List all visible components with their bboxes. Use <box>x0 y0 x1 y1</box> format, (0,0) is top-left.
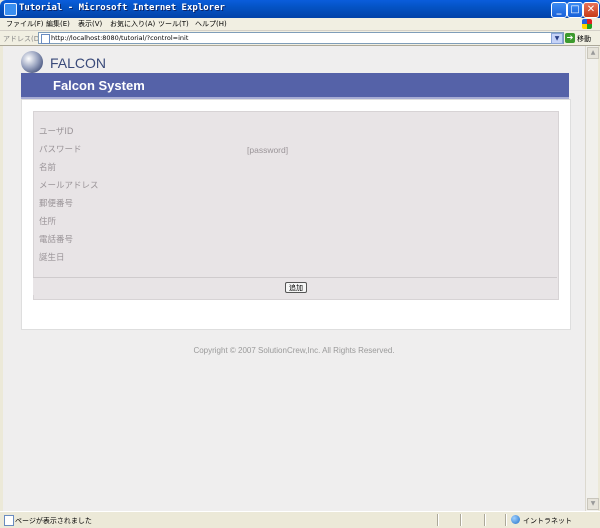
maximize-button[interactable]: □ <box>567 2 583 18</box>
intranet-zone-icon <box>511 515 520 524</box>
label-user-id: ユーザID <box>39 127 74 137</box>
label-phone: 電話番号 <box>39 235 74 245</box>
zone-text: イントラネット <box>523 517 572 525</box>
system-title: Falcon System <box>53 78 145 93</box>
window-titlebar[interactable]: Tutorial - Microsoft Internet Explorer _… <box>0 0 600 18</box>
windows-logo-icon <box>580 18 594 30</box>
page-done-icon <box>4 515 14 526</box>
status-divider <box>505 514 507 526</box>
ie-app-icon[interactable] <box>4 3 17 16</box>
menu-file[interactable]: ファイル(F) <box>6 19 44 29</box>
label-password: パスワード <box>39 145 82 155</box>
label-email: メールアドレス <box>39 181 99 191</box>
label-birthday: 誕生日 <box>39 253 65 263</box>
page-viewport: FALCON Falcon System ユーザID パスワード [passwo… <box>3 46 585 511</box>
status-divider <box>460 514 462 526</box>
minimize-button[interactable]: _ <box>551 2 567 18</box>
close-button[interactable]: ✕ <box>583 2 599 18</box>
scroll-up-icon[interactable]: ▲ <box>587 47 599 59</box>
user-form: ユーザID パスワード [password] 名前 メールアドレス 郵便番号 住… <box>33 111 559 300</box>
menu-tools[interactable]: ツール(T) <box>158 19 189 29</box>
status-divider <box>437 514 439 526</box>
label-postal-code: 郵便番号 <box>39 199 74 209</box>
label-address: 住所 <box>39 217 57 227</box>
address-label: アドレス(D) <box>3 35 42 43</box>
system-header: Falcon System <box>21 73 569 99</box>
address-dropdown-icon[interactable]: ▼ <box>551 33 563 44</box>
add-button[interactable]: 追加 <box>285 282 307 293</box>
content-panel: ユーザID パスワード [password] 名前 メールアドレス 郵便番号 住… <box>21 99 571 330</box>
scroll-down-icon[interactable]: ▼ <box>587 498 599 510</box>
logo-text: FALCON <box>50 55 107 71</box>
page-icon <box>41 34 50 44</box>
menu-help[interactable]: ヘルプ(H) <box>195 19 227 29</box>
status-text: ページが表示されました <box>15 517 92 525</box>
status-divider <box>484 514 486 526</box>
menu-bar: ファイル(F) 編集(E) 表示(V) お気に入り(A) ツール(T) ヘルプ(… <box>0 18 600 31</box>
password-value: [password] <box>247 145 289 155</box>
address-bar: アドレス(D) http://localhost:8080/tutorial/?… <box>0 31 600 46</box>
menu-favorites[interactable]: お気に入り(A) <box>110 19 155 29</box>
window-title: Tutorial - Microsoft Internet Explorer <box>19 3 225 13</box>
windows-flag-icon <box>582 19 592 29</box>
menu-edit[interactable]: 編集(E) <box>46 19 70 29</box>
go-arrow-icon[interactable]: ➔ <box>565 33 575 43</box>
falcon-logo-icon <box>21 51 43 73</box>
form-footer: 追加 <box>33 277 557 295</box>
status-bar: ページが表示されました イントラネット <box>0 511 600 528</box>
label-name: 名前 <box>39 163 57 173</box>
menu-view[interactable]: 表示(V) <box>78 19 102 29</box>
address-url[interactable]: http://localhost:8080/tutorial/?control=… <box>51 34 188 42</box>
copyright-text: Copyright © 2007 SolutionCrew,Inc. All R… <box>193 346 395 355</box>
vertical-scrollbar[interactable]: ▲ ▼ <box>585 46 599 511</box>
go-button[interactable]: 移動 <box>577 34 591 44</box>
